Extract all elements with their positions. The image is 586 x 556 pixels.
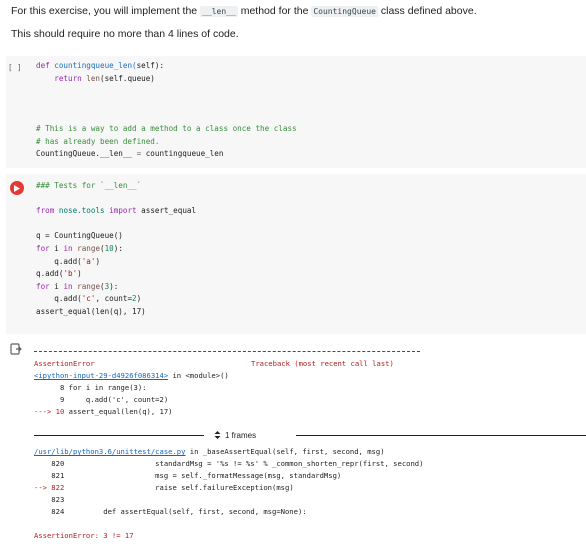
case-py-link[interactable]: /usr/lib/python3.6/unittest/case.py <box>34 447 185 456</box>
exercise-instruction: For this exercise, you will implement th… <box>11 5 477 17</box>
instruction-text-1: For this exercise, you will implement th… <box>11 5 201 17</box>
exercise-note: This should require no more than 4 lines… <box>11 28 239 40</box>
play-icon <box>14 184 20 192</box>
ipython-input-link[interactable]: <ipython-input-29-d4926f086314> <box>34 371 168 380</box>
class-code: CountingQueue <box>311 6 378 17</box>
traceback-line-820: 820 standardMsg = '%s != %s' % _common_s… <box>34 459 424 468</box>
traceback-location-2: /usr/lib/python3.6/unittest/case.py in _… <box>34 447 385 456</box>
traceback-line-8: 8 for i in range(3): <box>34 383 147 392</box>
code-editor-1[interactable]: def countingqueue_len(self): return len(… <box>36 60 297 161</box>
error-type-header: AssertionError <box>34 359 95 368</box>
traceback-line-822: --> 822 raise self.failureException(msg) <box>34 483 294 492</box>
collapsed-frames-row: 1 frames <box>34 429 586 441</box>
run-cell-button[interactable] <box>10 181 24 195</box>
frames-label: 1 frames <box>225 430 257 440</box>
traceback-divider <box>34 351 420 352</box>
code-editor-2[interactable]: ### Tests for `__len__` from nose.tools … <box>36 180 196 319</box>
traceback-line-821: 821 msg = self._formatMessage(msg, stand… <box>34 471 342 480</box>
frames-rule-left <box>34 435 204 436</box>
traceback-line-9: 9 q.add('c', count=2) <box>34 395 169 404</box>
assertion-error-message: AssertionError: 3 != 17 <box>34 531 134 540</box>
expand-collapse-icon <box>214 431 221 439</box>
expand-frames-button[interactable]: 1 frames <box>214 429 256 441</box>
traceback-label: Traceback (most recent call last) <box>251 359 394 368</box>
traceback-line-824: 824 def assertEqual(self, first, second,… <box>34 507 307 516</box>
traceback-line-823: 823 <box>34 495 65 504</box>
code-cell-2[interactable]: ### Tests for `__len__` from nose.tools … <box>6 174 586 334</box>
instruction-text-3: class defined above. <box>377 5 477 17</box>
method-code: __len__ <box>200 6 238 17</box>
traceback-line-10: ---> 10 assert_equal(len(q), 17) <box>34 407 173 416</box>
instruction-text-2: method for the <box>237 5 312 17</box>
frames-rule-right <box>296 435 586 436</box>
code-cell-1[interactable]: [ ] def countingqueue_len(self): return … <box>6 56 586 168</box>
execution-count: [ ] <box>8 63 22 72</box>
traceback-location-1: <ipython-input-29-d4926f086314> in <modu… <box>34 371 229 380</box>
output-icon[interactable] <box>10 343 22 355</box>
